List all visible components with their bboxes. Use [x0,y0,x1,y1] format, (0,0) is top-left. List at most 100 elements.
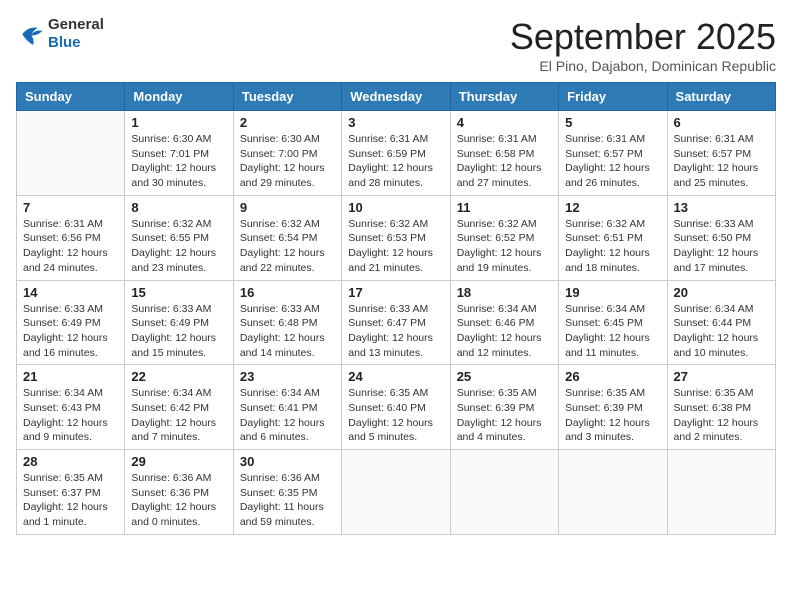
calendar-cell: 24Sunrise: 6:35 AM Sunset: 6:40 PM Dayli… [342,365,450,450]
day-number: 4 [457,115,552,130]
calendar-cell: 13 Sunrise: 6:33 AM Sunset: 6:50 PM Dayli… [667,195,775,280]
day-info: Sunrise: 6:35 AM Sunset: 6:39 PM Dayligh… [565,386,660,445]
day-number: 13 [674,200,769,215]
month-title: September 2025 [510,16,776,58]
day-info: Sunrise: 6:35 AM Sunset: 6:37 PM Dayligh… [23,471,118,530]
calendar-cell: 29 Sunrise: 6:36 AM Sunset: 6:36 PM Dayli… [125,450,233,535]
day-info: Sunrise: 6:32 AM Sunset: 6:53 PM Dayligh… [348,217,443,276]
calendar-cell: 28 Sunrise: 6:35 AM Sunset: 6:37 PM Dayli… [17,450,125,535]
calendar-cell [17,111,125,196]
weekday-header-friday: Friday [559,83,667,111]
day-info: Sunrise: 6:34 AM Sunset: 6:42 PM Dayligh… [131,386,226,445]
calendar-cell [342,450,450,535]
calendar-cell: 15 Sunrise: 6:33 AM Sunset: 6:49 PM Dayli… [125,280,233,365]
day-number: 8 [131,200,226,215]
weekday-header-saturday: Saturday [667,83,775,111]
weekday-header-tuesday: Tuesday [233,83,341,111]
calendar-week-5: 28 Sunrise: 6:35 AM Sunset: 6:37 PM Dayli… [17,450,776,535]
day-info: Sunrise: 6:32 AM Sunset: 6:54 PM Dayligh… [240,217,335,276]
calendar-cell: 25 Sunrise: 6:35 AM Sunset: 6:39 PM Dayli… [450,365,558,450]
day-info: Sunrise: 6:32 AM Sunset: 6:52 PM Dayligh… [457,217,552,276]
day-info: Sunrise: 6:32 AM Sunset: 6:51 PM Dayligh… [565,217,660,276]
calendar-week-4: 21 Sunrise: 6:34 AM Sunset: 6:43 PM Dayli… [17,365,776,450]
day-info: Sunrise: 6:36 AM Sunset: 6:36 PM Dayligh… [131,471,226,530]
calendar-cell: 19 Sunrise: 6:34 AM Sunset: 6:45 PM Dayli… [559,280,667,365]
day-info: Sunrise: 6:33 AM Sunset: 6:49 PM Dayligh… [131,302,226,361]
day-number: 29 [131,454,226,469]
day-number: 27 [674,369,769,384]
day-info: Sunrise: 6:35 AM Sunset: 6:39 PM Dayligh… [457,386,552,445]
calendar-cell: 30Sunrise: 6:36 AM Sunset: 6:35 PM Dayli… [233,450,341,535]
logo-bird-icon [16,20,44,48]
day-number: 23 [240,369,335,384]
day-number: 28 [23,454,118,469]
day-number: 19 [565,285,660,300]
day-info: Sunrise: 6:33 AM Sunset: 6:48 PM Dayligh… [240,302,335,361]
calendar-cell: 3Sunrise: 6:31 AM Sunset: 6:59 PM Daylig… [342,111,450,196]
calendar-cell: 23 Sunrise: 6:34 AM Sunset: 6:41 PM Dayli… [233,365,341,450]
calendar-cell: 6 Sunrise: 6:31 AM Sunset: 6:57 PM Daylig… [667,111,775,196]
weekday-header-monday: Monday [125,83,233,111]
calendar-cell: 20 Sunrise: 6:34 AM Sunset: 6:44 PM Dayli… [667,280,775,365]
location-subtitle: El Pino, Dajabon, Dominican Republic [510,58,776,74]
day-number: 15 [131,285,226,300]
day-info: Sunrise: 6:34 AM Sunset: 6:44 PM Dayligh… [674,302,769,361]
day-info: Sunrise: 6:35 AM Sunset: 6:40 PM Dayligh… [348,386,443,445]
day-info: Sunrise: 6:36 AM Sunset: 6:35 PM Dayligh… [240,471,335,530]
day-info: Sunrise: 6:33 AM Sunset: 6:49 PM Dayligh… [23,302,118,361]
calendar-week-2: 7Sunrise: 6:31 AM Sunset: 6:56 PM Daylig… [17,195,776,280]
day-info: Sunrise: 6:31 AM Sunset: 6:57 PM Dayligh… [565,132,660,191]
weekday-header-thursday: Thursday [450,83,558,111]
calendar-cell [667,450,775,535]
day-number: 21 [23,369,118,384]
calendar-cell: 8 Sunrise: 6:32 AM Sunset: 6:55 PM Daylig… [125,195,233,280]
day-info: Sunrise: 6:31 AM Sunset: 6:56 PM Dayligh… [23,217,118,276]
calendar-table: SundayMondayTuesdayWednesdayThursdayFrid… [16,82,776,535]
calendar-cell: 21 Sunrise: 6:34 AM Sunset: 6:43 PM Dayli… [17,365,125,450]
day-number: 20 [674,285,769,300]
day-number: 1 [131,115,226,130]
day-number: 5 [565,115,660,130]
title-block: September 2025 El Pino, Dajabon, Dominic… [510,16,776,74]
day-number: 22 [131,369,226,384]
day-number: 17 [348,285,443,300]
day-number: 6 [674,115,769,130]
logo: General Blue [16,16,104,52]
calendar-cell: 18Sunrise: 6:34 AM Sunset: 6:46 PM Dayli… [450,280,558,365]
day-info: Sunrise: 6:30 AM Sunset: 7:01 PM Dayligh… [131,132,226,191]
weekday-header-wednesday: Wednesday [342,83,450,111]
page-header: General Blue September 2025 El Pino, Daj… [16,16,776,74]
logo-blue-text: Blue [48,34,104,52]
day-info: Sunrise: 6:31 AM Sunset: 6:57 PM Dayligh… [674,132,769,191]
weekday-header-sunday: Sunday [17,83,125,111]
day-info: Sunrise: 6:34 AM Sunset: 6:45 PM Dayligh… [565,302,660,361]
day-info: Sunrise: 6:33 AM Sunset: 6:47 PM Dayligh… [348,302,443,361]
day-number: 25 [457,369,552,384]
calendar-cell [559,450,667,535]
calendar-cell: 4 Sunrise: 6:31 AM Sunset: 6:58 PM Daylig… [450,111,558,196]
calendar-cell: 12 Sunrise: 6:32 AM Sunset: 6:51 PM Dayli… [559,195,667,280]
calendar-cell: 5 Sunrise: 6:31 AM Sunset: 6:57 PM Daylig… [559,111,667,196]
day-info: Sunrise: 6:34 AM Sunset: 6:46 PM Dayligh… [457,302,552,361]
day-number: 12 [565,200,660,215]
day-info: Sunrise: 6:34 AM Sunset: 6:43 PM Dayligh… [23,386,118,445]
day-number: 11 [457,200,552,215]
calendar-cell: 11 Sunrise: 6:32 AM Sunset: 6:52 PM Dayli… [450,195,558,280]
calendar-cell: 2Sunrise: 6:30 AM Sunset: 7:00 PM Daylig… [233,111,341,196]
day-info: Sunrise: 6:31 AM Sunset: 6:59 PM Dayligh… [348,132,443,191]
day-number: 26 [565,369,660,384]
day-info: Sunrise: 6:30 AM Sunset: 7:00 PM Dayligh… [240,132,335,191]
day-info: Sunrise: 6:32 AM Sunset: 6:55 PM Dayligh… [131,217,226,276]
day-info: Sunrise: 6:31 AM Sunset: 6:58 PM Dayligh… [457,132,552,191]
day-number: 14 [23,285,118,300]
calendar-cell: 22 Sunrise: 6:34 AM Sunset: 6:42 PM Dayli… [125,365,233,450]
calendar-cell: 9 Sunrise: 6:32 AM Sunset: 6:54 PM Daylig… [233,195,341,280]
calendar-cell: 16Sunrise: 6:33 AM Sunset: 6:48 PM Dayli… [233,280,341,365]
day-info: Sunrise: 6:33 AM Sunset: 6:50 PM Dayligh… [674,217,769,276]
calendar-cell: 14 Sunrise: 6:33 AM Sunset: 6:49 PM Dayli… [17,280,125,365]
calendar-cell: 10Sunrise: 6:32 AM Sunset: 6:53 PM Dayli… [342,195,450,280]
day-info: Sunrise: 6:35 AM Sunset: 6:38 PM Dayligh… [674,386,769,445]
day-number: 9 [240,200,335,215]
day-info: Sunrise: 6:34 AM Sunset: 6:41 PM Dayligh… [240,386,335,445]
calendar-cell [450,450,558,535]
